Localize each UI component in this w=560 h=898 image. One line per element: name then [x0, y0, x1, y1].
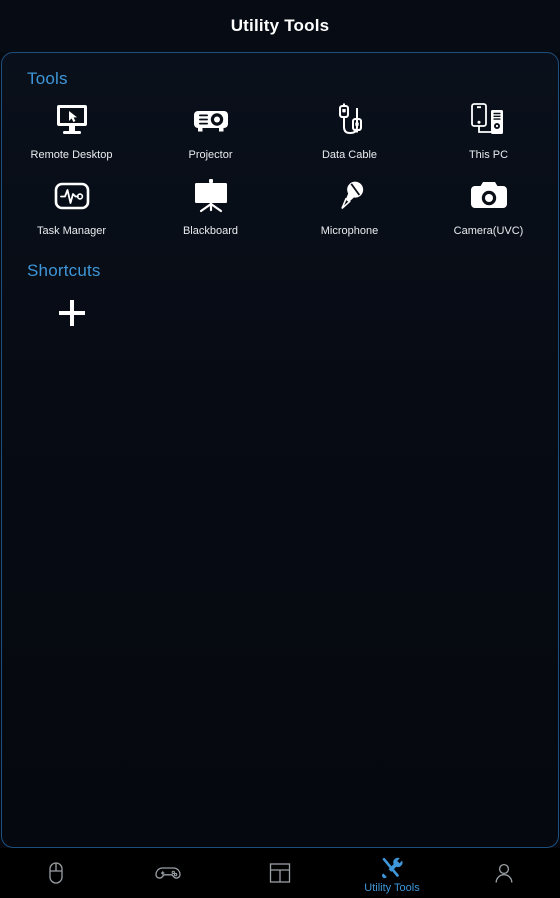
tool-label: Projector [188, 149, 233, 161]
tools-grid: Remote Desktop Projector Data Cable This… [2, 95, 558, 237]
tool-label: Blackboard [182, 225, 239, 238]
tool-this-pc[interactable]: This PC [419, 99, 558, 161]
nav-item-layout[interactable] [224, 848, 336, 898]
tool-label: Remote Desktop [30, 149, 113, 161]
nav-item-profile[interactable] [448, 848, 560, 898]
microphone-icon [326, 175, 374, 219]
tool-blackboard[interactable]: Blackboard [141, 175, 280, 237]
app-header: Utility Tools [0, 0, 560, 52]
tool-label: Task Manager [36, 225, 107, 238]
task-manager-icon [48, 175, 96, 219]
nav-item-mouse[interactable] [0, 848, 112, 898]
tool-data-cable[interactable]: Data Cable [280, 99, 419, 161]
add-shortcut-button[interactable] [2, 293, 141, 337]
mouse-icon [43, 860, 69, 886]
shortcuts-grid [2, 287, 558, 337]
data-cable-icon [326, 99, 374, 143]
content-panel: Tools Remote Desktop Projector Data Cabl… [1, 52, 559, 848]
nav-item-utility-tools[interactable]: Utility Tools [336, 848, 448, 898]
blackboard-icon [187, 175, 235, 219]
tool-label: Camera(UVC) [453, 225, 524, 238]
tool-projector[interactable]: Projector [141, 99, 280, 161]
utility-tools-screen: Utility Tools Tools Remote Desktop Proje… [0, 0, 560, 898]
tool-label: Microphone [320, 225, 379, 238]
projector-icon [187, 99, 235, 143]
shortcuts-section-title: Shortcuts [27, 261, 101, 281]
this-pc-icon [465, 99, 513, 143]
person-icon [491, 860, 517, 886]
tool-remote-desktop[interactable]: Remote Desktop [2, 99, 141, 161]
page-title: Utility Tools [230, 16, 330, 35]
tools-wrench-screwdriver-icon [379, 855, 405, 881]
tool-label: This PC [468, 149, 509, 161]
tool-microphone[interactable]: Microphone [280, 175, 419, 237]
nav-label: Utility Tools [364, 881, 420, 894]
tools-section-title: Tools [27, 69, 68, 88]
remote-desktop-icon [48, 99, 96, 143]
tool-task-manager[interactable]: Task Manager [2, 175, 141, 237]
bottom-navigation: Utility Tools [0, 848, 560, 898]
gamepad-icon [154, 860, 182, 886]
layout-panel-icon [267, 860, 293, 886]
nav-item-gamepad[interactable] [112, 848, 224, 898]
tool-camera-uvc[interactable]: Camera(UVC) [419, 175, 558, 237]
camera-icon [465, 175, 513, 219]
plus-icon [57, 298, 87, 333]
tool-label: Data Cable [321, 149, 378, 161]
